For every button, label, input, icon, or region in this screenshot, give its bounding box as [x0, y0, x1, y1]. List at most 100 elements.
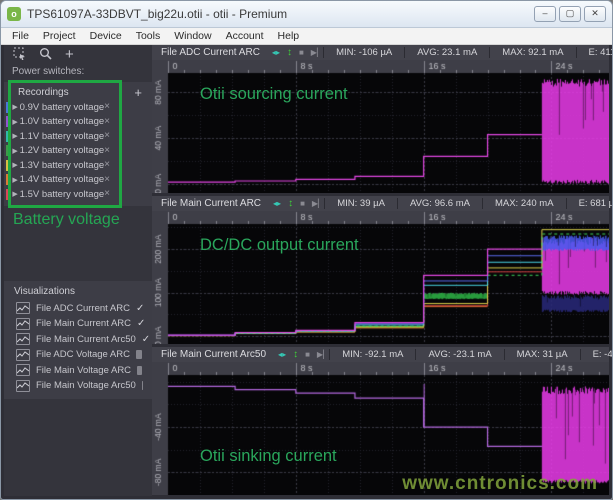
- chart-icon: [16, 302, 30, 314]
- add-recording-button[interactable]: +: [134, 88, 142, 98]
- expand-arrow-icon[interactable]: ▶: [12, 103, 19, 111]
- recording-row[interactable]: ▶ 1.4V battery voltage ×: [4, 173, 152, 188]
- chart-icon: [16, 364, 30, 376]
- visualization-row[interactable]: File Main Voltage ARC: [4, 363, 152, 379]
- pan-arrows-icon[interactable]: ◂▸: [278, 350, 286, 359]
- menu-file[interactable]: File: [5, 29, 36, 43]
- stat-avg: AVG: 96.6 mA: [397, 198, 482, 209]
- stat-max: MAX: 240 mA: [482, 198, 566, 209]
- stat-min: MIN: 39 µA: [324, 198, 397, 209]
- remove-recording-icon[interactable]: ×: [104, 175, 110, 185]
- visualization-row[interactable]: File ADC Current ARC ✓: [4, 301, 152, 317]
- fit-vertical-icon[interactable]: ↕: [287, 47, 292, 58]
- stat-min: MIN: -106 µA: [323, 47, 404, 58]
- chart-canvas-main-current-50[interactable]: [152, 362, 609, 495]
- remove-recording-icon[interactable]: ×: [104, 131, 110, 141]
- remove-recording-icon[interactable]: ×: [104, 160, 110, 170]
- visualization-label: File Main Current Arc50: [36, 334, 136, 345]
- chart-icon: [16, 318, 30, 330]
- window-title: TPS61097A-33DBVT_big22u.otii - otii - Pr…: [27, 7, 528, 21]
- recording-label: 1.1V battery voltage: [20, 131, 105, 142]
- expand-arrow-icon[interactable]: ▶: [12, 161, 19, 169]
- recording-color-stripe: [6, 189, 8, 200]
- panel-main-current-50: File Main Current Arc50 ◂▸ ↕ ■ ▶▏ MIN: -…: [152, 347, 609, 495]
- step-play-icon[interactable]: ▶▏: [311, 48, 323, 57]
- visualization-row[interactable]: File Main Current Arc50 ✓: [4, 332, 152, 348]
- recording-row[interactable]: ▶ 1.1V battery voltage ×: [4, 129, 152, 144]
- expand-arrow-icon[interactable]: ▶: [12, 118, 19, 126]
- visibility-checkbox[interactable]: [137, 366, 142, 375]
- visualization-label: File ADC Voltage ARC: [36, 349, 130, 360]
- panel-adc-current: File ADC Current ARC ◂▸ ↕ ■ ▶▏ MIN: -106…: [152, 45, 609, 193]
- recording-color-stripe: [6, 131, 8, 142]
- recording-row[interactable]: ▶ 1.0V battery voltage ×: [4, 115, 152, 130]
- chart-icon: [16, 333, 30, 345]
- visibility-checkbox[interactable]: ✓: [136, 303, 144, 314]
- remove-recording-icon[interactable]: ×: [104, 117, 110, 127]
- panel-header: File Main Current Arc50 ◂▸ ↕ ■ ▶▏ MIN: -…: [152, 347, 609, 362]
- menu-account[interactable]: Account: [219, 29, 271, 43]
- menu-device[interactable]: Device: [83, 29, 129, 43]
- visualization-row[interactable]: File ADC Voltage ARC: [4, 347, 152, 363]
- visualizations-panel: Visualizations File ADC Current ARC ✓ Fi…: [4, 281, 152, 399]
- recording-label: 1.2V battery voltage: [20, 145, 105, 156]
- fit-vertical-icon[interactable]: ↕: [293, 349, 298, 360]
- close-button[interactable]: ✕: [584, 6, 606, 22]
- stat-energy: E: 411 µWh: [576, 47, 613, 58]
- menu-window[interactable]: Window: [167, 29, 218, 43]
- remove-recording-icon[interactable]: ×: [104, 102, 110, 112]
- visibility-checkbox[interactable]: ✓: [142, 334, 150, 345]
- step-play-icon[interactable]: ▶▏: [312, 199, 324, 208]
- chart-icon: [16, 380, 30, 392]
- step-play-icon[interactable]: ▶▏: [317, 350, 329, 359]
- stat-energy: E: -435 µWh: [580, 349, 613, 360]
- menu-help[interactable]: Help: [271, 29, 307, 43]
- panel-title: File ADC Current ARC: [161, 47, 260, 58]
- visibility-checkbox[interactable]: ✓: [137, 318, 145, 329]
- stop-icon[interactable]: ■: [300, 199, 305, 208]
- expand-arrow-icon[interactable]: ▶: [12, 147, 19, 155]
- stop-icon[interactable]: ■: [305, 350, 310, 359]
- title-bar: o TPS61097A-33DBVT_big22u.otii - otii - …: [1, 1, 612, 28]
- recording-row[interactable]: ▶ 1.2V battery voltage ×: [4, 144, 152, 159]
- expand-arrow-icon[interactable]: ▶: [12, 190, 19, 198]
- stat-energy: E: 681 µWh: [566, 198, 613, 209]
- stop-icon[interactable]: ■: [299, 48, 304, 57]
- app-icon: o: [7, 7, 21, 21]
- zoom-tool-icon[interactable]: [39, 47, 52, 62]
- visualization-row[interactable]: File Main Voltage Arc50: [4, 378, 152, 394]
- recording-color-stripe: [6, 174, 8, 185]
- pan-arrows-icon[interactable]: ◂▸: [272, 48, 280, 57]
- chart-canvas-main-current[interactable]: [152, 211, 609, 344]
- visualization-label: File ADC Current ARC: [36, 303, 130, 314]
- visualization-label: File Main Current ARC: [36, 318, 131, 329]
- minimize-button[interactable]: –: [534, 6, 556, 22]
- app-window: o TPS61097A-33DBVT_big22u.otii - otii - …: [0, 0, 613, 500]
- sidebar: + Power switches: Recordings + ▶ 0.9V ba…: [4, 45, 152, 496]
- visualization-row[interactable]: File Main Current ARC ✓: [4, 316, 152, 332]
- fit-vertical-icon[interactable]: ↕: [288, 198, 293, 209]
- panel-title: File Main Current ARC: [161, 198, 261, 209]
- recording-row[interactable]: ▶ 0.9V battery voltage ×: [4, 100, 152, 115]
- recording-row[interactable]: ▶ 1.3V battery voltage ×: [4, 158, 152, 173]
- recording-row[interactable]: ▶ 1.5V battery voltage ×: [4, 187, 152, 202]
- expand-arrow-icon[interactable]: ▶: [12, 176, 19, 184]
- add-marker-tool-icon[interactable]: +: [65, 49, 74, 61]
- recording-label: 1.0V battery voltage: [20, 116, 105, 127]
- recording-color-stripe: [6, 116, 8, 127]
- menu-tools[interactable]: Tools: [129, 29, 168, 43]
- recordings-panel: Recordings + ▶ 0.9V battery voltage × ▶ …: [4, 82, 152, 206]
- recording-color-stripe: [6, 102, 8, 113]
- maximize-button[interactable]: ▢: [559, 6, 581, 22]
- chart-toolbar: +: [4, 45, 152, 64]
- visibility-checkbox[interactable]: [136, 350, 142, 359]
- select-tool-icon[interactable]: [13, 47, 26, 62]
- menu-project[interactable]: Project: [36, 29, 83, 43]
- remove-recording-icon[interactable]: ×: [104, 146, 110, 156]
- expand-arrow-icon[interactable]: ▶: [12, 132, 19, 140]
- pan-arrows-icon[interactable]: ◂▸: [273, 199, 281, 208]
- chart-canvas-adc-current[interactable]: [152, 60, 609, 193]
- menu-bar: File Project Device Tools Window Account…: [1, 28, 612, 45]
- remove-recording-icon[interactable]: ×: [104, 189, 110, 199]
- visualization-label: File Main Voltage Arc50: [36, 380, 136, 391]
